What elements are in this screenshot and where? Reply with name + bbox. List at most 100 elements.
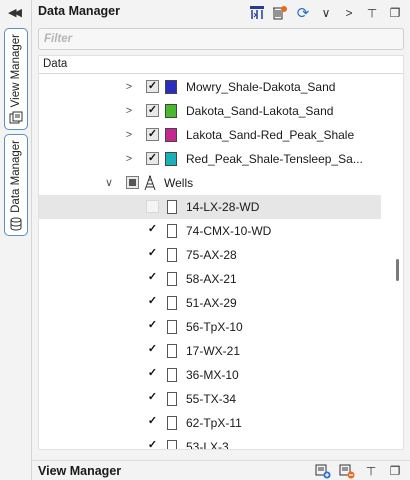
tree-row-label: Mowry_Shale-Dakota_Sand	[186, 80, 336, 94]
tree-row-label: 74-CMX-10-WD	[186, 224, 272, 238]
database-icon	[10, 217, 22, 231]
well-icon	[167, 368, 177, 382]
visibility-checkbox[interactable]: ✓	[146, 152, 159, 165]
visibility-checkbox[interactable]: ✓	[146, 272, 159, 285]
tree-row[interactable]: ✓ 56-TpX-10	[39, 315, 381, 339]
tree-row[interactable]: > ✓ Dakota_Sand-Lakota_Sand	[39, 99, 381, 123]
well-icon	[167, 320, 177, 334]
tree-row-label: 36-MX-10	[186, 368, 239, 382]
chevron-right-icon[interactable]: >	[123, 129, 135, 141]
pin-icon[interactable]: ⊥	[362, 462, 380, 480]
tab-data-manager[interactable]: Data Manager	[4, 134, 28, 236]
color-swatch	[165, 128, 177, 142]
data-manager-panel: Data Manager ⟳ ∨ > ⊥ ❐ Filter Data > ✓ M…	[32, 0, 410, 460]
visibility-checkbox[interactable]: ✓	[146, 224, 159, 237]
tree-row[interactable]: ✓ 75-AX-28	[39, 243, 381, 267]
tree-row[interactable]: ✓ 53-LX-3	[39, 435, 381, 450]
visibility-checkbox[interactable]: ✓	[146, 104, 159, 117]
visibility-checkbox[interactable]	[126, 176, 139, 189]
data-manager-toolbar: ⟳ ∨ > ⊥ ❐	[248, 3, 404, 23]
float-window-icon[interactable]: ❐	[386, 4, 404, 22]
tree-row[interactable]: ✓ 51-AX-29	[39, 291, 381, 315]
well-icon	[167, 296, 177, 310]
tree-row-label: 75-AX-28	[186, 248, 237, 262]
chevron-right-icon[interactable]: >	[123, 81, 135, 93]
well-icon	[167, 200, 177, 214]
app-root: ◀◀ View Manager Data Manager Data Manage…	[0, 0, 410, 480]
tree-row-label: Wells	[164, 176, 194, 190]
tree-folder-row[interactable]: ∨ Wells	[39, 171, 381, 195]
color-swatch	[165, 104, 177, 118]
visibility-checkbox[interactable]: ✓	[146, 80, 159, 93]
tree-row[interactable]: 14-LX-28-WD	[39, 195, 381, 219]
tab-view-manager-label: View Manager	[10, 33, 22, 107]
chevron-right-icon[interactable]: >	[123, 153, 135, 165]
data-tree: Data > ✓ Mowry_Shale-Dakota_Sand > ✓ Dakota_S…	[38, 55, 404, 450]
filter-input[interactable]	[38, 28, 404, 50]
view-manager-bar: View Manager ⊥ ❐	[32, 460, 410, 480]
well-icon	[167, 344, 177, 358]
refresh-icon[interactable]: ⟳	[294, 4, 312, 22]
tree-row-label: 55-TX-34	[186, 392, 237, 406]
tree-row[interactable]: ✓ 55-TX-34	[39, 387, 381, 411]
vertical-scrollbar[interactable]	[396, 259, 399, 281]
tree-row[interactable]: > ✓ Lakota_Sand-Red_Peak_Shale	[39, 123, 381, 147]
tree-row-label: 62-TpX-11	[186, 416, 242, 430]
chevron-down-icon[interactable]: ∨	[103, 177, 115, 189]
tree-row-label: 14-LX-28-WD	[186, 200, 260, 214]
tree-row-label: 51-AX-29	[186, 296, 237, 310]
well-icon	[167, 272, 177, 286]
tree-row[interactable]: > ✓ Mowry_Shale-Dakota_Sand	[39, 75, 381, 99]
color-swatch	[165, 152, 177, 166]
delete-data-icon[interactable]	[271, 4, 289, 22]
visibility-checkbox[interactable]: ✓	[146, 368, 159, 381]
tree-row-label: 58-AX-21	[186, 272, 237, 286]
visibility-checkbox[interactable]: ✓	[146, 344, 159, 357]
pin-icon[interactable]: ⊥	[363, 4, 381, 22]
tree-row[interactable]: ✓ 74-CMX-10-WD	[39, 219, 381, 243]
well-icon	[167, 416, 177, 430]
chevron-down-icon[interactable]: ∨	[317, 4, 335, 22]
data-manager-titlebar: Data Manager ⟳ ∨ > ⊥ ❐	[32, 0, 410, 26]
color-swatch	[165, 80, 177, 94]
tree-row-label: 56-TpX-10	[186, 320, 243, 334]
chevron-right-icon[interactable]: >	[123, 105, 135, 117]
tree-row[interactable]: ✓ 58-AX-21	[39, 267, 381, 291]
view-manager-title: View Manager	[38, 464, 122, 478]
data-column-header: Data	[39, 56, 403, 74]
side-tab-strip: ◀◀ View Manager Data Manager	[0, 0, 32, 480]
visibility-checkbox[interactable]: ✓	[146, 320, 159, 333]
visibility-checkbox[interactable]: ✓	[146, 296, 159, 309]
visibility-checkbox[interactable]: ✓	[146, 416, 159, 429]
views-icon	[9, 111, 23, 124]
tree-row-label: Lakota_Sand-Red_Peak_Shale	[186, 128, 355, 142]
float-window-icon[interactable]: ❐	[386, 462, 404, 480]
tree-row-label: 17-WX-21	[186, 344, 241, 358]
visibility-checkbox[interactable]: ✓	[146, 440, 159, 450]
well-icon	[167, 248, 177, 262]
collapse-panel-button[interactable]: ◀◀	[8, 6, 26, 20]
tree-row-label: Dakota_Sand-Lakota_Sand	[186, 104, 334, 118]
visibility-checkbox[interactable]: ✓	[146, 128, 159, 141]
well-derrick-icon	[144, 175, 156, 191]
tree-row[interactable]: ✓ 17-WX-21	[39, 339, 381, 363]
visibility-checkbox[interactable]: ✓	[146, 248, 159, 261]
tree-row-label: 53-LX-3	[186, 440, 229, 450]
visibility-checkbox[interactable]	[146, 200, 159, 213]
well-filter-icon[interactable]	[248, 4, 266, 22]
visibility-checkbox[interactable]: ✓	[146, 392, 159, 405]
tree-row[interactable]: ✓ 36-MX-10	[39, 363, 381, 387]
remove-view-icon[interactable]	[338, 462, 356, 480]
well-icon	[167, 224, 177, 238]
tree-row-label: Red_Peak_Shale-Tensleep_Sa...	[186, 152, 363, 166]
tree-row[interactable]: ✓ 62-TpX-11	[39, 411, 381, 435]
add-view-icon[interactable]	[314, 462, 332, 480]
well-icon	[167, 392, 177, 406]
tab-view-manager[interactable]: View Manager	[4, 28, 28, 130]
tree-row[interactable]: > ✓ Red_Peak_Shale-Tensleep_Sa...	[39, 147, 381, 171]
well-icon	[167, 440, 177, 449]
data-manager-title: Data Manager	[38, 4, 120, 18]
chevron-right-icon[interactable]: >	[340, 4, 358, 22]
tab-data-manager-label: Data Manager	[10, 140, 22, 213]
view-manager-toolbar: ⊥ ❐	[314, 462, 404, 480]
